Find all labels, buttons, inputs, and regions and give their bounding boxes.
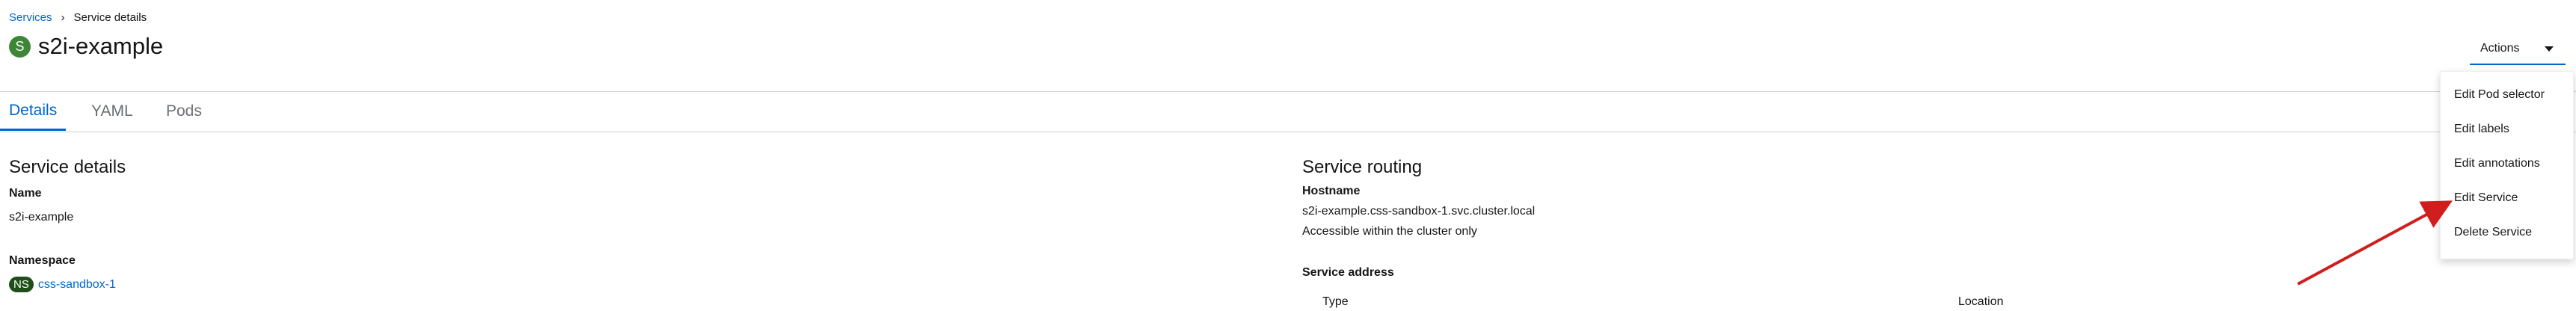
tab-bar: Details YAML Pods <box>0 92 2576 132</box>
name-value: s2i-example <box>9 211 74 224</box>
actions-label: Actions <box>2480 42 2520 55</box>
actions-dropdown-button[interactable]: Actions <box>2470 34 2566 65</box>
tab-yaml[interactable]: YAML <box>82 92 142 131</box>
hostname-note: Accessible within the cluster only <box>1302 225 1477 238</box>
menu-item-delete-service[interactable]: Delete Service <box>2441 215 2573 250</box>
service-details-heading: Service details <box>9 157 126 177</box>
actions-menu: Edit Pod selector Edit labels Edit annot… <box>2440 71 2574 259</box>
service-address-label: Service address <box>1302 266 1394 279</box>
hostname-label: Hostname <box>1302 185 1361 197</box>
menu-item-edit-pod-selector[interactable]: Edit Pod selector <box>2441 78 2573 112</box>
breadcrumb-current: Service details <box>73 11 147 24</box>
namespace-badge-icon: NS <box>9 277 34 292</box>
tab-pods[interactable]: Pods <box>157 92 211 131</box>
menu-item-edit-labels[interactable]: Edit labels <box>2441 112 2573 147</box>
menu-item-edit-annotations[interactable]: Edit annotations <box>2441 147 2573 181</box>
namespace-link[interactable]: css-sandbox-1 <box>38 278 116 292</box>
service-routing-heading: Service routing <box>1302 157 1423 177</box>
service-badge-icon: S <box>9 35 31 58</box>
annotation-arrow-icon <box>2297 200 2453 286</box>
breadcrumb: Services › Service details <box>9 11 147 24</box>
page-header: S s2i-example <box>9 33 163 60</box>
caret-down-icon <box>2545 46 2554 52</box>
page-title: s2i-example <box>38 33 164 59</box>
breadcrumb-services-link[interactable]: Services <box>9 11 52 24</box>
namespace-row: NS css-sandbox-1 <box>9 277 116 292</box>
name-label: Name <box>9 187 42 200</box>
tab-details[interactable]: Details <box>0 92 67 131</box>
chevron-right-icon: › <box>61 11 65 24</box>
hostname-value: s2i-example.css-sandbox-1.svc.cluster.lo… <box>1302 205 1536 218</box>
menu-item-edit-service[interactable]: Edit Service <box>2441 181 2573 215</box>
column-header-type: Type <box>1322 295 1349 308</box>
namespace-label: Namespace <box>9 254 76 267</box>
column-header-location: Location <box>1958 295 2004 308</box>
